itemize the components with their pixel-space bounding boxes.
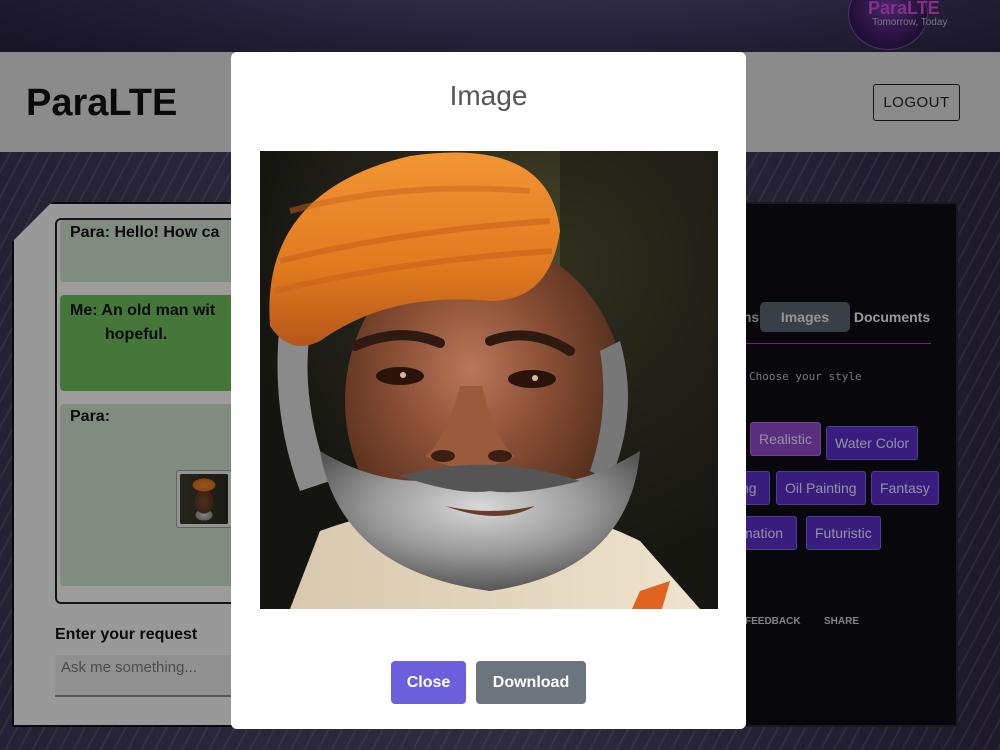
close-button[interactable]: Close: [391, 661, 466, 704]
image-modal: Image Close Download: [231, 52, 746, 729]
generated-portrait-image: [260, 151, 718, 609]
download-button[interactable]: Download: [476, 661, 586, 704]
modal-title: Image: [449, 80, 528, 111]
